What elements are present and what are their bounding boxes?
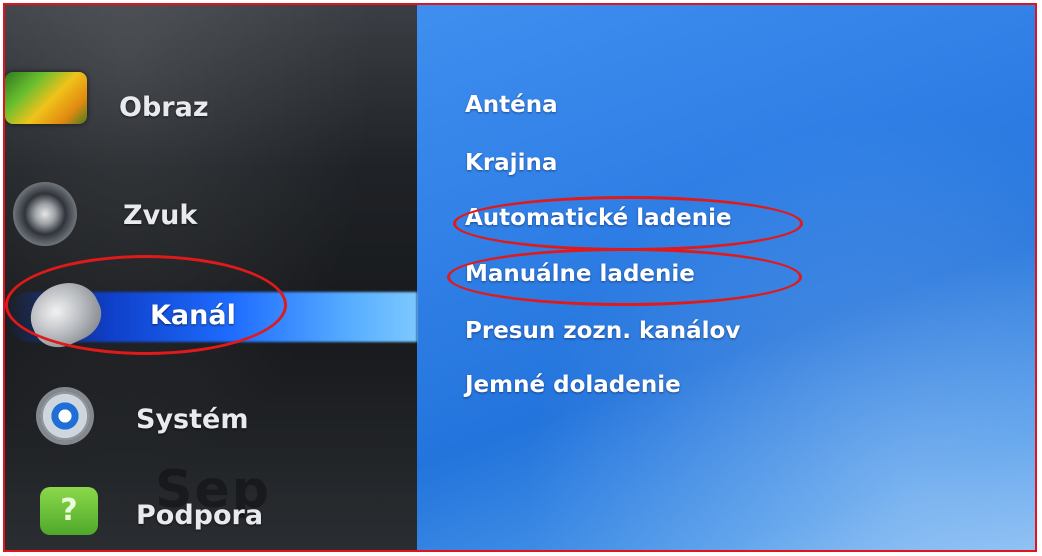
menu-item-system[interactable]: Systém: [5, 373, 417, 463]
menu-item-kanal[interactable]: Kanál: [5, 270, 417, 360]
menu-item-zvuk[interactable]: Zvuk: [5, 170, 417, 260]
gear-icon: [40, 391, 90, 441]
menu-item-label: Obraz: [119, 92, 209, 123]
satellite-dish-icon: [20, 272, 110, 356]
submenu-item-manualne-ladenie[interactable]: Manuálne ladenie: [465, 261, 695, 287]
menu-item-obraz[interactable]: Obraz: [5, 60, 417, 150]
speaker-icon: [13, 182, 77, 246]
help-icon: ?: [40, 487, 98, 535]
submenu-item-jemne-doladenie[interactable]: Jemné doladenie: [465, 372, 681, 398]
menu-item-label: Systém: [136, 404, 249, 435]
menu-item-label: Kanál: [150, 300, 236, 331]
menu-item-label: Zvuk: [123, 200, 198, 231]
submenu-item-krajina[interactable]: Krajina: [465, 150, 557, 176]
picture-icon: [5, 72, 87, 124]
menu-item-label: Podpora: [136, 500, 264, 531]
tv-menu-screen: Sep Obraz Zvuk Kanál Systém ? Podpora An…: [3, 3, 1037, 552]
submenu-item-antena[interactable]: Anténa: [465, 92, 558, 118]
submenu-item-automaticke-ladenie[interactable]: Automatické ladenie: [465, 205, 732, 231]
menu-item-podpora[interactable]: ? Podpora: [5, 475, 417, 550]
submenu-item-presun-zoznamu-kanalov[interactable]: Presun zozn. kanálov: [465, 318, 740, 344]
